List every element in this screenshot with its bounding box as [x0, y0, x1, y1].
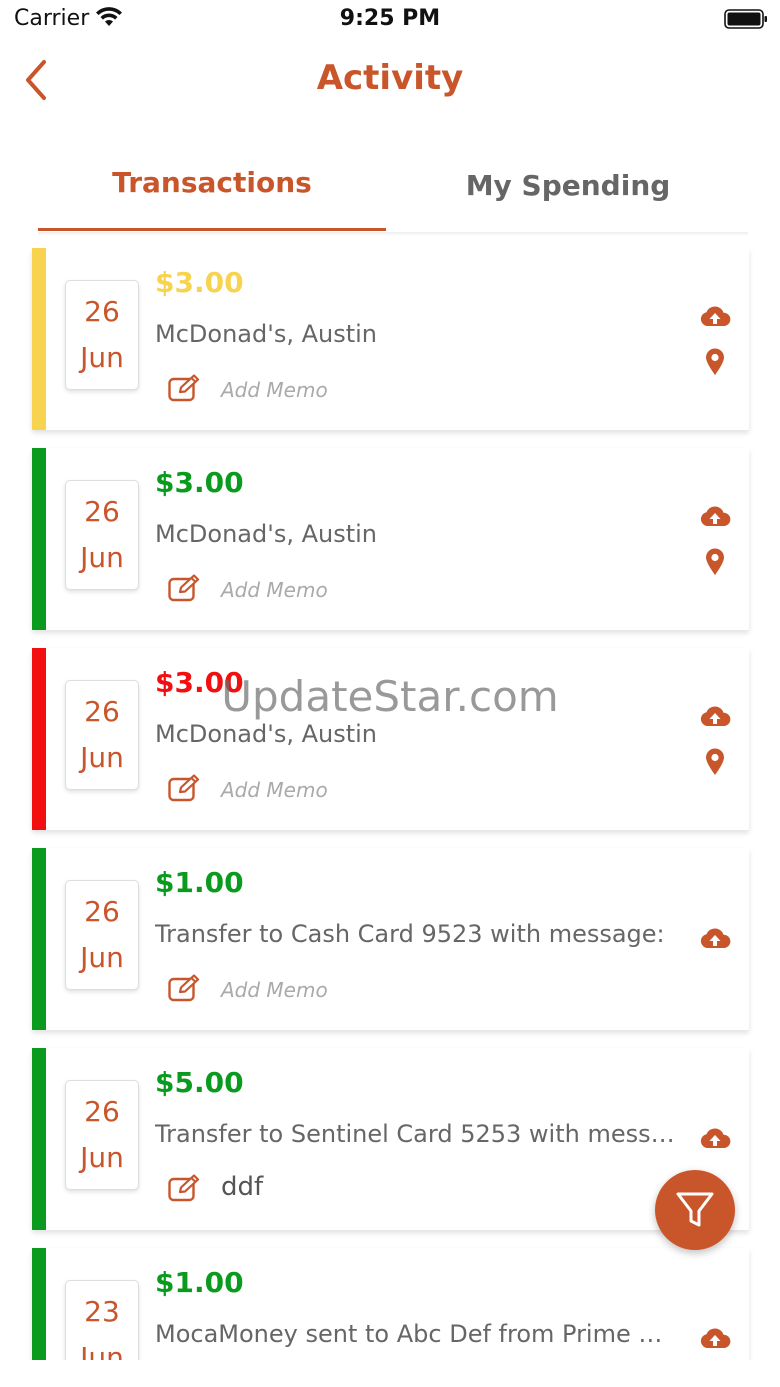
transaction-amount: $3.00 [155, 466, 244, 499]
date-badge: 26 Jun [65, 880, 139, 990]
transaction-description: MocaMoney sent to Abc Def from Prime Car… [155, 1320, 675, 1348]
edit-memo-icon[interactable] [168, 1174, 202, 1202]
edit-memo-icon[interactable] [168, 574, 202, 602]
status-bar: Carrier 9:25 PM [0, 0, 780, 40]
transaction-description: McDonad's, Austin [155, 520, 377, 548]
battery-icon [724, 9, 767, 29]
date-day: 26 [84, 895, 120, 928]
edit-memo-icon[interactable] [168, 374, 202, 402]
cloud-upload-icon[interactable] [699, 704, 731, 728]
filter-icon [676, 1192, 714, 1227]
transaction-amount: $3.00 [155, 266, 244, 299]
date-month: Jun [80, 341, 124, 374]
tab-my-spending[interactable]: My Spending [394, 150, 742, 232]
date-badge: 26 Jun [65, 480, 139, 590]
cloud-upload-icon[interactable] [699, 1126, 731, 1150]
transaction-card[interactable]: 26 Jun $3.00 McDonad's, Austin Add Memo [32, 248, 749, 430]
page-title: Activity [316, 58, 464, 98]
tab-divider [38, 232, 748, 236]
tab-transactions[interactable]: Transactions [38, 150, 386, 232]
date-month: Jun [80, 1341, 124, 1360]
memo-text[interactable]: Add Memo [221, 578, 328, 602]
transaction-card[interactable]: 26 Jun $1.00 Transfer to Cash Card 9523 … [32, 848, 749, 1030]
date-day: 23 [84, 1295, 120, 1328]
date-badge: 23 Jun [65, 1280, 139, 1360]
cloud-upload-icon[interactable] [699, 1326, 731, 1350]
transaction-amount: $1.00 [155, 1266, 244, 1299]
memo-text[interactable]: Add Memo [221, 978, 328, 1002]
date-month: Jun [80, 541, 124, 574]
cloud-upload-icon[interactable] [699, 304, 731, 328]
status-stripe [32, 448, 46, 630]
date-month: Jun [80, 941, 124, 974]
cloud-upload-icon[interactable] [699, 504, 731, 528]
date-badge: 26 Jun [65, 1080, 139, 1190]
date-day: 26 [84, 695, 120, 728]
date-badge: 26 Jun [65, 680, 139, 790]
date-month: Jun [80, 1141, 124, 1174]
date-day: 26 [84, 295, 120, 328]
transaction-description: McDonad's, Austin [155, 320, 377, 348]
status-stripe [32, 848, 46, 1030]
memo-text[interactable]: ddf [221, 1172, 263, 1202]
transaction-description: Transfer to Cash Card 9523 with message: [155, 920, 665, 948]
status-stripe [32, 248, 46, 430]
edit-memo-icon[interactable] [168, 774, 202, 802]
memo-text[interactable]: Add Memo [221, 778, 328, 802]
transaction-card[interactable]: 26 Jun $3.00 McDonad's, Austin Add Memo [32, 648, 749, 830]
edit-memo-icon[interactable] [168, 974, 202, 1002]
date-month: Jun [80, 741, 124, 774]
transaction-card[interactable]: 26 Jun $3.00 McDonad's, Austin Add Memo [32, 448, 749, 630]
transaction-amount: $3.00 [155, 666, 244, 699]
transaction-description: McDonad's, Austin [155, 720, 377, 748]
transaction-description: Transfer to Sentinel Card 5253 with mess… [155, 1120, 675, 1148]
cloud-upload-icon[interactable] [699, 926, 731, 950]
memo-text[interactable]: Add Memo [221, 378, 328, 402]
status-stripe [32, 648, 46, 830]
date-badge: 26 Jun [65, 280, 139, 390]
transaction-card[interactable]: 23 Jun $1.00 MocaMoney sent to Abc Def f… [32, 1248, 749, 1360]
location-pin-icon[interactable] [705, 748, 725, 776]
date-day: 26 [84, 1095, 120, 1128]
date-day: 26 [84, 495, 120, 528]
location-pin-icon[interactable] [705, 348, 725, 376]
transaction-card[interactable]: 26 Jun $5.00 Transfer to Sentinel Card 5… [32, 1048, 749, 1230]
transaction-amount: $5.00 [155, 1066, 244, 1099]
clock: 9:25 PM [339, 6, 441, 31]
location-pin-icon[interactable] [705, 548, 725, 576]
tab-bar: Transactions My Spending [0, 150, 780, 236]
active-tab-indicator [38, 228, 386, 231]
nav-bar: Activity [0, 48, 780, 112]
transaction-amount: $1.00 [155, 866, 244, 899]
status-stripe [32, 1048, 46, 1230]
status-stripe [32, 1248, 46, 1360]
filter-button[interactable] [655, 1170, 735, 1250]
